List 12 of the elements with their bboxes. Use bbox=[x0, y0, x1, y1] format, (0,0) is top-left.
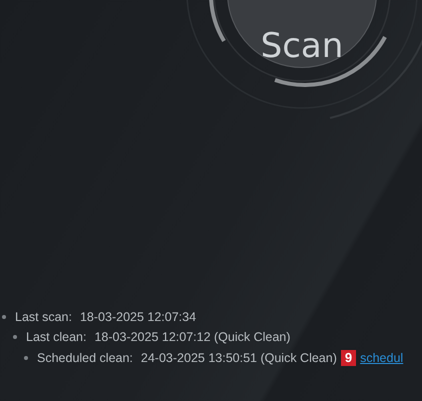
bullet-icon bbox=[2, 315, 6, 319]
scan-button[interactable]: Scan bbox=[227, 0, 377, 68]
history-label: Scheduled clean: bbox=[37, 351, 133, 365]
bullet-icon bbox=[13, 335, 17, 339]
bullet-icon bbox=[24, 356, 28, 360]
history-value: 18-03-2025 12:07:12 (Quick Clean) bbox=[94, 330, 290, 344]
schedule-link[interactable]: schedul bbox=[360, 351, 404, 365]
history-label: Last scan: bbox=[15, 310, 72, 324]
history-value: 24-03-2025 13:50:51 (Quick Clean) bbox=[140, 351, 337, 365]
history-label: Last clean: bbox=[26, 330, 86, 344]
count-badge: 9 bbox=[340, 350, 356, 366]
history-value: 18-03-2025 12:07:34 bbox=[80, 310, 196, 324]
